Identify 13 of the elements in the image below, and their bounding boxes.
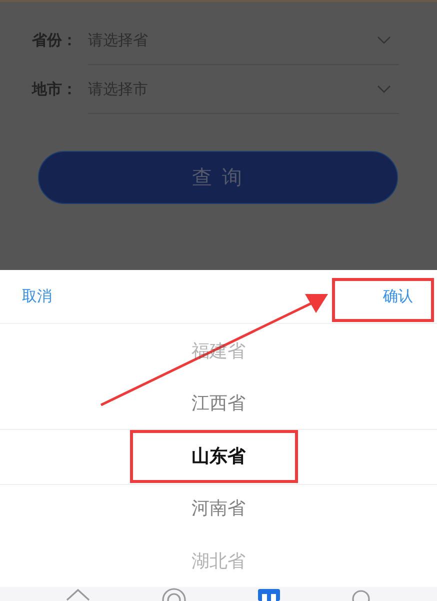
confirm-button[interactable]: 确认 — [383, 286, 413, 306]
picker-option[interactable]: 河南省 — [192, 496, 246, 520]
picker-option[interactable]: 山东省 — [192, 444, 246, 468]
picker-option[interactable]: 江西省 — [192, 391, 246, 416]
query-button[interactable]: 查 询 — [38, 151, 398, 204]
chevron-down-icon — [377, 85, 391, 93]
chevron-down-icon — [377, 36, 391, 44]
picker-option[interactable]: 湖北省 — [192, 548, 246, 573]
grid-icon[interactable] — [258, 587, 280, 601]
search-icon[interactable] — [350, 587, 372, 601]
cancel-button[interactable]: 取消 — [22, 286, 52, 306]
target-icon[interactable] — [161, 587, 188, 601]
home-icon[interactable] — [65, 587, 92, 601]
